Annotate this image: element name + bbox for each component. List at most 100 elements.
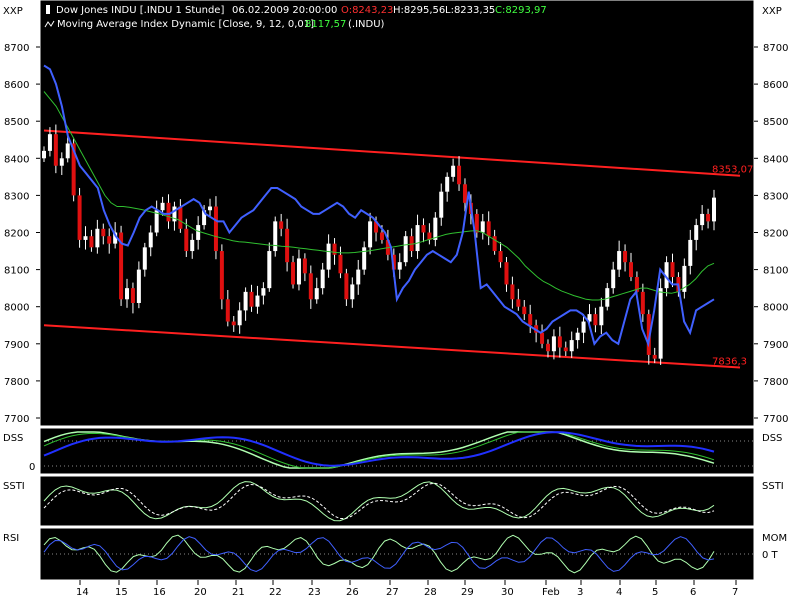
candle-up [48,134,52,151]
candle-up [552,336,556,351]
indicator-value-label: 8117,57 [305,19,346,30]
candle-down [522,307,526,314]
candle-down [593,314,597,325]
candle-up [315,288,319,299]
candle-up [368,221,372,247]
candle-down [214,207,218,252]
rsi-right-label: MOM [762,533,787,544]
y-tick-label: 8200 [4,229,29,240]
x-tick-label: Feb [542,587,560,598]
candle-up [356,270,360,285]
candle-up [255,296,259,307]
y-tick-label: 8700 [4,43,29,54]
y-tick-label: 8100 [4,266,29,277]
ssti-right-label: SSTI [762,481,784,492]
candle-up [362,247,366,269]
candle-down [546,344,550,351]
rsi-left-label: RSI [3,533,19,544]
candle-down [78,195,82,240]
y-tick-label-right: 8400 [763,154,788,165]
candle-down [670,262,674,277]
y-tick-label-right: 8700 [763,43,788,54]
candle-down [475,214,479,233]
x-tick-label: 29 [461,587,474,598]
candle-up [95,229,99,248]
x-tick-label: 23 [308,587,321,598]
candle-up [261,288,265,295]
candle-up [659,288,663,358]
candle-down [220,251,224,299]
candle-down [463,184,467,203]
candle-up [60,158,64,165]
candle-legend-icon [46,5,50,14]
candle-up [611,270,615,289]
candle-up [327,244,331,270]
y-tick-label: 7800 [4,377,29,388]
y-tick-label: 8500 [4,117,29,128]
ssti-left-label: SSTI [3,481,25,492]
rsi-right-tick: 0 T [762,550,779,561]
y-tick-label: 7900 [4,340,29,351]
candle-up [404,236,408,262]
candle-up [700,214,704,225]
candle-down [516,299,520,306]
y-axis-right: 8700860085008400830082008100800079007800… [754,43,788,425]
y-tick-label: 8300 [4,191,29,202]
candle-down [629,262,633,277]
candle-up [161,203,165,210]
low-label: L:8233,35 [445,5,495,16]
candle-down [641,292,645,314]
x-tick-label: 14 [76,587,89,598]
candle-down [421,225,425,232]
candle-up [297,258,301,284]
candle-down [487,221,491,236]
candle-down [499,251,503,262]
open-label: O:8243,23 [341,5,393,16]
y-tick-label-right: 7900 [763,340,788,351]
x-tick-label: 6 [690,587,696,598]
candle-down [89,236,93,247]
x-tick-label: 22 [269,587,282,598]
candle-down [510,284,514,299]
ssti-panel-background [40,476,754,526]
high-label: H:8295,56 [393,5,445,16]
right-axis-title: XXP [762,6,782,17]
candle-up [605,288,609,307]
candle-up [576,333,580,340]
candle-up [273,221,277,251]
x-tick-label: 5 [652,587,658,598]
candle-up [439,192,443,218]
candle-up [321,270,325,289]
dss-left-label: DSS [3,433,23,444]
x-tick-label: 4 [616,587,622,598]
candle-up [694,225,698,240]
timestamp-label: 06.02.2009 20:00:00 [232,5,337,16]
y-axis-left: 8700860085008400830082008100800079007800… [4,43,40,425]
y-tick-label-right: 8000 [763,303,788,314]
candle-down [564,348,568,352]
x-tick-label: 20 [194,587,207,598]
candle-down [54,134,58,166]
indicator-name-label: Moving Average Index Dynamic [Close, 9, … [57,19,314,30]
x-tick-label: 15 [115,587,128,598]
x-tick-label: 28 [424,587,437,598]
y-tick-label-right: 8300 [763,191,788,202]
candle-down [344,273,348,299]
candle-down [706,214,710,221]
x-axis: 141516202122232627282930Feb34567 [76,580,738,598]
candle-down [540,333,544,344]
candle-down [107,236,111,243]
candle-down [131,288,135,303]
candle-up [137,270,141,303]
close-label: C:8293,97 [495,5,547,16]
candle-down [504,262,508,284]
y-tick-label-right: 8200 [763,229,788,240]
candle-down [309,273,313,299]
y-tick-label: 8400 [4,154,29,165]
candle-up [599,307,603,326]
x-tick-label: 30 [501,587,514,598]
candle-up [244,292,248,311]
candle-up [84,236,88,240]
candle-down [457,166,461,185]
x-tick-label: 26 [346,587,359,598]
